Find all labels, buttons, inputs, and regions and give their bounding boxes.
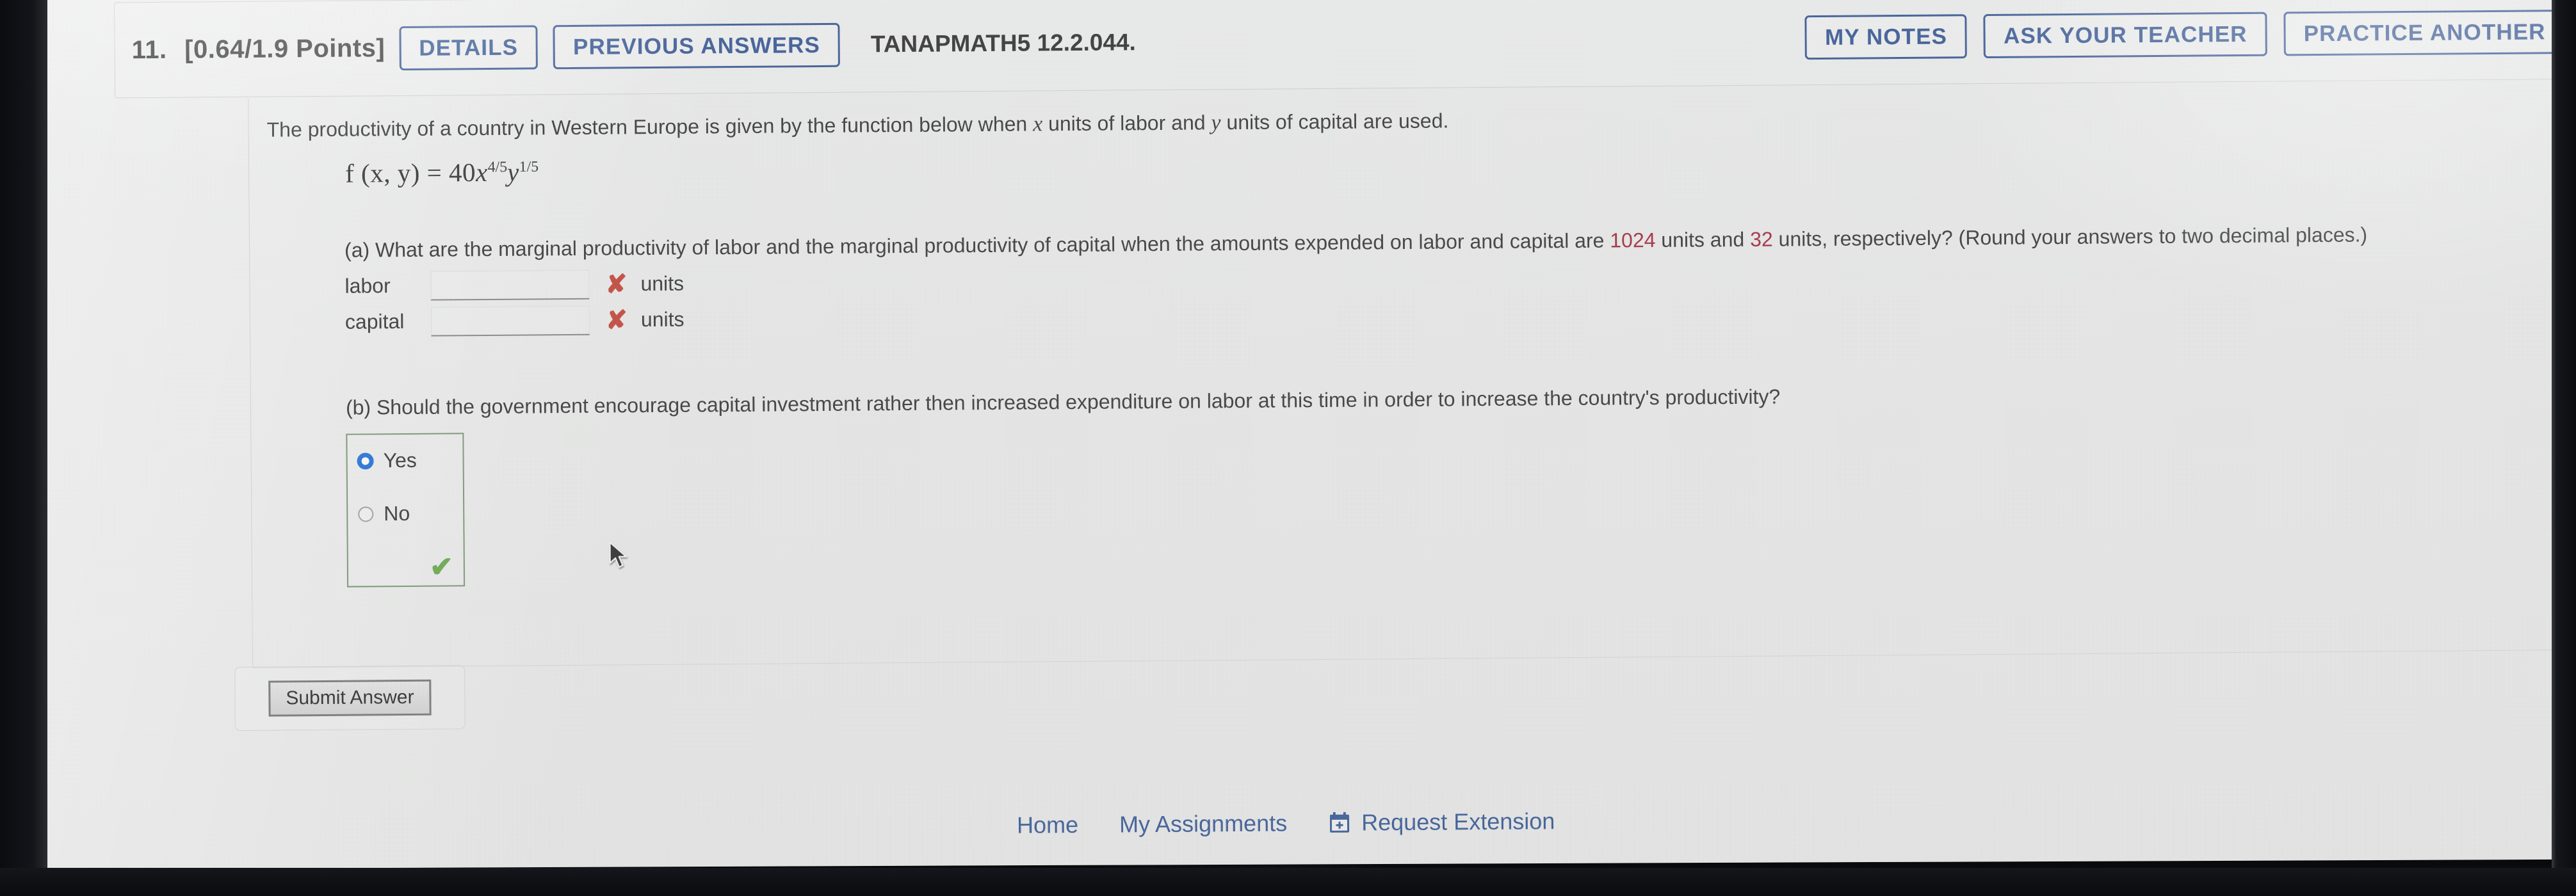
webassign-question-page: 11. [0.64/1.9 Points] DETAILS PREVIOUS A…	[95, 0, 2576, 864]
bottom-navigation: Home My Assignments Request Extension	[1017, 808, 1596, 839]
my-notes-button[interactable]: MY NOTES	[1804, 13, 1968, 60]
capital-incorrect-icon: ✘	[606, 306, 628, 335]
part-a-text-2: units and	[1655, 228, 1751, 252]
lcd-panel: 11. [0.64/1.9 Points] DETAILS PREVIOUS A…	[44, 0, 2576, 869]
bezel-right-edge	[2552, 0, 2576, 896]
question-prompt: The productivity of a country in Western…	[266, 97, 2565, 146]
part-b-question-text: (b) Should the government encourage capi…	[345, 385, 1781, 419]
request-extension-link[interactable]: Request Extension	[1361, 808, 1555, 836]
part-a-text-1: (a) What are the marginal productivity o…	[344, 228, 1610, 262]
bezel-left-edge	[0, 0, 47, 896]
home-link[interactable]: Home	[1017, 812, 1078, 839]
capital-label: capital	[344, 310, 405, 333]
radio-no-dot[interactable]	[358, 506, 374, 522]
part-a-text-3: units, respectively? (Round your answers…	[1772, 223, 2368, 251]
question-code: TANAPMATH5 12.2.044.	[870, 29, 1137, 58]
part-a: (a) What are the marginal productivity o…	[344, 219, 2567, 337]
formula-exponent-y: 1/5	[519, 158, 539, 176]
part-b-correct-icon: ✔	[429, 551, 454, 583]
bezel-bottom-edge	[0, 868, 2576, 896]
part-a-capital-value: 32	[1749, 227, 1773, 252]
formula-base-y: y	[506, 157, 519, 188]
prompt-text-1: The productivity of a country in Western…	[266, 112, 1033, 141]
question-number: 11.	[131, 35, 167, 64]
radio-yes-dot[interactable]	[357, 453, 373, 469]
question-number-and-points: 11. [0.64/1.9 Points]	[132, 34, 385, 65]
part-a-labor-value: 1024	[1610, 228, 1656, 252]
prompt-var-y: y	[1211, 111, 1221, 135]
formula-exponent-x: 4/5	[487, 159, 508, 176]
prompt-var-x: x	[1032, 112, 1043, 136]
formula-coefficient: 40	[448, 157, 476, 188]
formula-base-x: x	[475, 157, 488, 188]
prompt-text-3: units of capital are used.	[1220, 109, 1449, 134]
part-b: (b) Should the government encourage capi…	[346, 376, 2569, 588]
photographed-screen: 11. [0.64/1.9 Points] DETAILS PREVIOUS A…	[0, 0, 2576, 896]
labor-units-label: units	[640, 271, 685, 296]
labor-incorrect-icon: ✘	[605, 270, 628, 299]
part-b-answer-box: Yes No ✔	[346, 433, 466, 588]
radio-option-no[interactable]: No	[358, 501, 463, 525]
details-button[interactable]: DETAILS	[398, 24, 539, 70]
previous-answers-button[interactable]: PREVIOUS ANSWERS	[553, 22, 841, 69]
function-formula: f (x, y) = 40x4/5y1/5	[345, 141, 2566, 189]
capital-units-label: units	[640, 307, 685, 332]
practice-another-button[interactable]: PRACTICE ANOTHER	[2283, 9, 2566, 56]
radio-yes-label: Yes	[383, 448, 417, 472]
calendar-plus-icon	[1328, 812, 1351, 834]
labor-answer-input[interactable]	[430, 269, 590, 301]
points-badge: [0.64/1.9 Points]	[184, 33, 385, 64]
radio-option-yes[interactable]: Yes	[357, 448, 462, 472]
question-body-panel: The productivity of a country in Western…	[248, 80, 2576, 668]
ask-your-teacher-button[interactable]: ASK YOUR TEACHER	[1983, 12, 2267, 58]
submit-answer-button[interactable]: Submit Answer	[268, 679, 432, 717]
radio-no-label: No	[384, 502, 410, 525]
formula-lhs: f (x, y) =	[344, 157, 442, 188]
prompt-text-2: units of labor and	[1042, 111, 1211, 136]
capital-answer-input[interactable]	[430, 305, 590, 337]
submit-panel: Submit Answer	[234, 665, 466, 732]
my-assignments-link[interactable]: My Assignments	[1119, 810, 1287, 838]
labor-label: labor	[344, 274, 391, 298]
header-actions: MY NOTES ASK YOUR TEACHER PRACTICE ANOTH…	[1788, 9, 2566, 60]
